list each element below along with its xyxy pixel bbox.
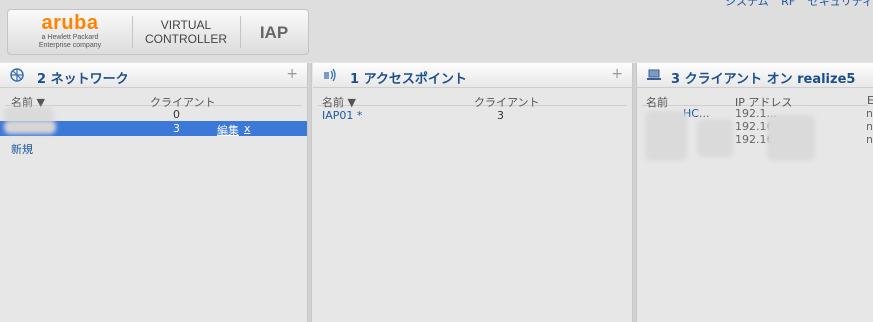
edit-network-link[interactable]: 編集 [217, 124, 239, 137]
client-extra: n [866, 120, 873, 133]
redacted-names [697, 119, 733, 157]
brand-name: aruba [41, 12, 99, 34]
access-points-panel: 1 アクセスポイント + 名前 ▼ クライアント IAP01 * 3 [313, 63, 632, 322]
access-points-columns: 名前 ▼ クライアント [318, 88, 627, 109]
virtual-controller-label: VIRTUAL CONTROLLER [134, 18, 238, 46]
redacted-name [4, 120, 56, 134]
clients-columns: 名前 IP アドレス E [642, 88, 873, 109]
clients-panel: 3 クライアント オン realize5 名前 IP アドレス E HC... … [637, 63, 873, 322]
top-header: aruba a Hewlett Packard Enterprise compa… [0, 0, 873, 62]
client-extra: n [866, 107, 873, 120]
panel-splitter[interactable] [307, 63, 312, 322]
vc-line1: VIRTUAL [160, 18, 212, 32]
access-point-icon [324, 68, 336, 82]
network-icon [10, 68, 24, 82]
nav-security[interactable]: セキュリティ [808, 0, 873, 8]
network-clients: 0 [173, 108, 180, 121]
col-clients[interactable]: クライアント [474, 94, 540, 110]
top-nav: システム RF セキュリティ [716, 0, 873, 9]
brand-sub-line1: a Hewlett Packard [41, 34, 99, 41]
networks-panel-header: 2 ネットワーク + [0, 63, 307, 88]
networks-title: 2 ネットワーク [37, 72, 129, 87]
product-banner: aruba a Hewlett Packard Enterprise compa… [7, 9, 309, 55]
redacted-names [645, 111, 687, 161]
aruba-logo: aruba a Hewlett Packard Enterprise compa… [8, 12, 132, 50]
access-point-row[interactable]: IAP01 * 3 [313, 109, 632, 122]
access-points-title: 1 アクセスポイント [350, 72, 467, 87]
product-label: IAP [259, 23, 289, 42]
sort-desc-icon: ▼ [347, 96, 356, 109]
col-name-label: 名前 [322, 96, 344, 109]
banner-divider [132, 16, 133, 48]
col-name[interactable]: 名前 ▼ [322, 94, 356, 110]
access-points-panel-header: 1 アクセスポイント + [313, 63, 632, 88]
brand-sub-line2: Enterprise company [38, 42, 102, 49]
access-point-name[interactable]: IAP01 * [322, 109, 362, 122]
nav-system[interactable]: システム [725, 0, 769, 8]
access-point-clients: 3 [497, 109, 504, 122]
networks-columns: 名前 ▼ クライアント [5, 88, 302, 109]
network-row-selected[interactable]: 3 編集 x [0, 120, 307, 137]
add-network-icon[interactable]: + [286, 66, 298, 82]
new-network-link[interactable]: 新規 [11, 141, 33, 157]
vc-line2: CONTROLLER [144, 32, 227, 46]
laptop-icon [647, 69, 661, 80]
clients-panel-header: 3 クライアント オン realize5 [637, 63, 873, 88]
networks-panel: 2 ネットワーク + 名前 ▼ クライアント 0 3 編集 x 新規 [0, 63, 307, 322]
add-access-point-icon[interactable]: + [611, 66, 623, 82]
delete-network-link[interactable]: x [244, 122, 251, 135]
redacted-ips [767, 115, 815, 161]
redacted-name [4, 107, 54, 121]
nav-rf[interactable]: RF [781, 0, 795, 8]
client-extra: n [866, 133, 873, 146]
network-clients: 3 [173, 122, 180, 135]
col-extra[interactable]: E [867, 94, 873, 107]
clients-title: 3 クライアント オン realize5 [671, 72, 856, 87]
